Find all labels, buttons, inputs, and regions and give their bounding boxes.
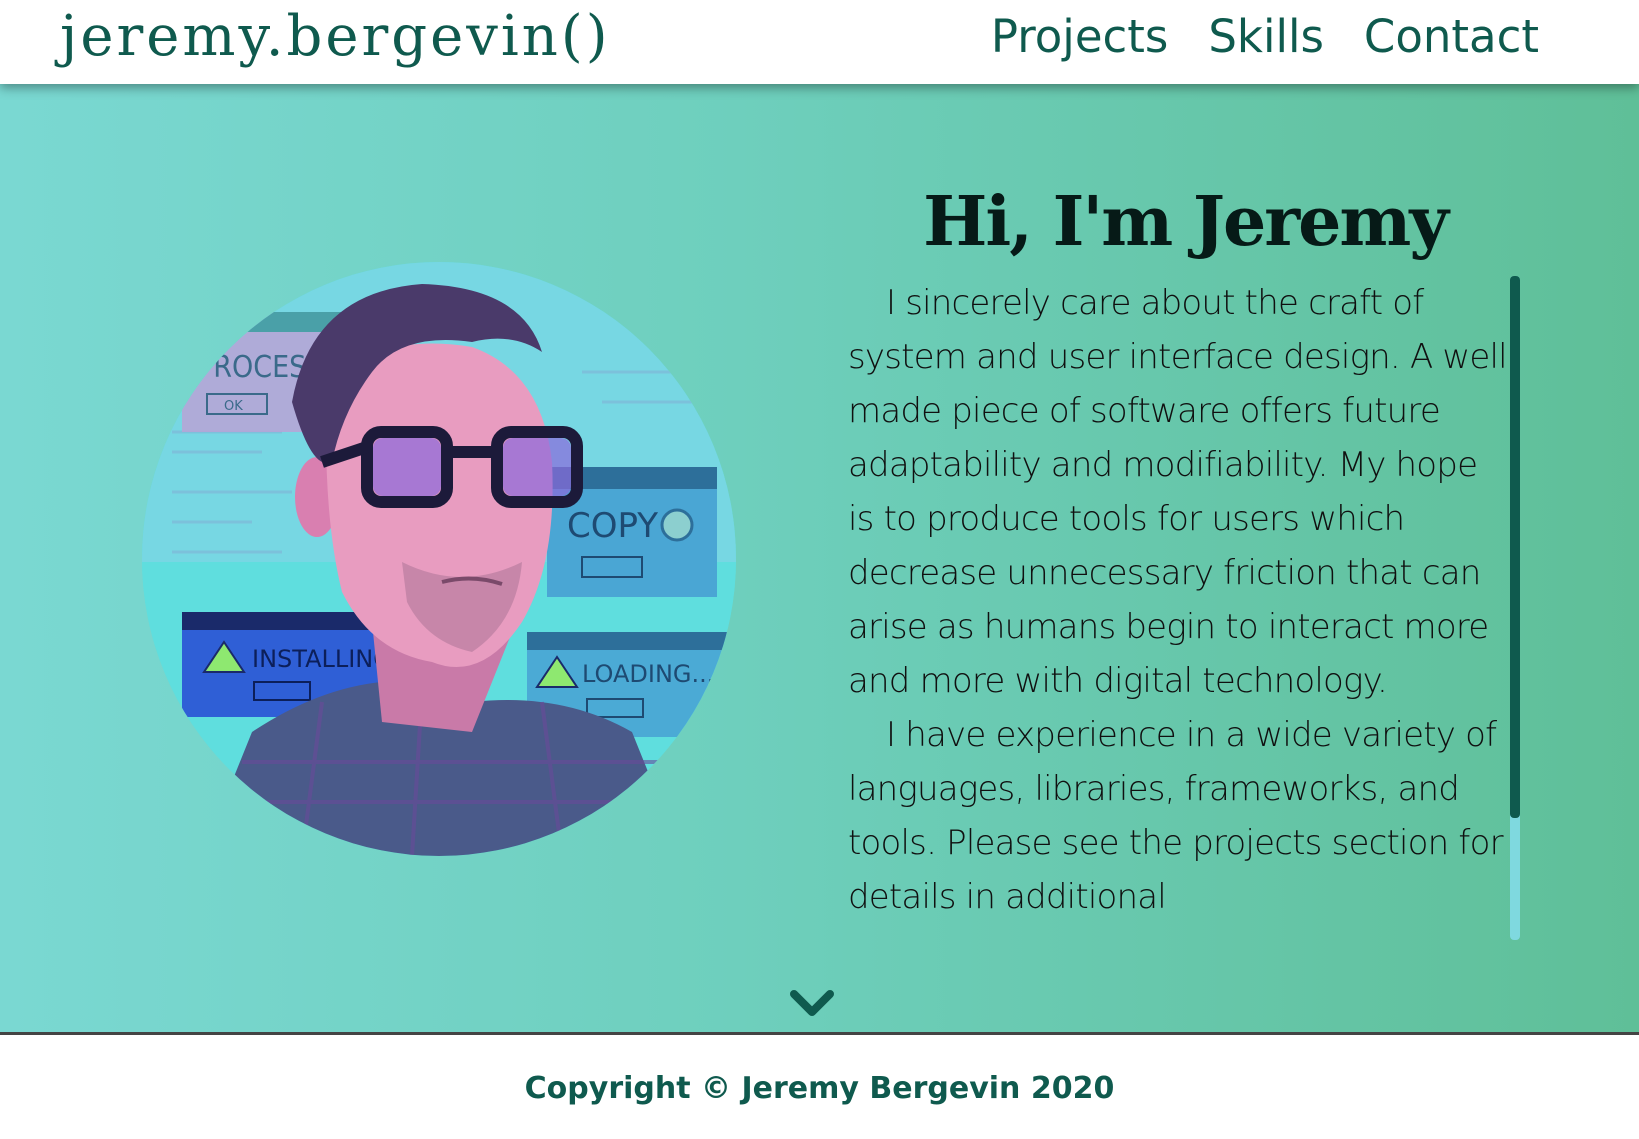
about-text-scrollbox[interactable]: I sincerely care about the craft of syst… [848,276,1508,1026]
svg-text:LOADING...: LOADING... [582,660,714,688]
svg-text:INSTALLING: INSTALLING [252,645,392,673]
site-logo[interactable]: jeremy.bergevin() [60,4,611,69]
hero-section: PROCESSING... OK COPY INSTALLING LOADING… [0,84,1639,1032]
portrait-illustration: PROCESSING... OK COPY INSTALLING LOADING… [142,262,736,856]
svg-text:COPY: COPY [567,506,658,546]
chevron-down-icon[interactable] [788,986,836,1022]
about-scrollbar-track[interactable] [1510,276,1520,940]
hero-greeting: Hi, I'm Jeremy [923,182,1449,262]
nav-link-skills[interactable]: Skills [1208,10,1324,63]
about-paragraph-1: I sincerely care about the craft of syst… [848,283,1508,701]
main-nav: Projects Skills Contact [991,10,1539,63]
nav-link-projects[interactable]: Projects [991,10,1168,63]
svg-text:OK: OK [224,399,243,414]
nav-link-contact[interactable]: Contact [1364,10,1539,63]
copyright-text: Copyright © Jeremy Bergevin 2020 [524,1071,1115,1106]
about-scrollbar-thumb[interactable] [1510,276,1520,818]
site-header: jeremy.bergevin() Projects Skills Contac… [0,0,1639,84]
about-paragraph-2: I have experience in a wide variety of l… [848,715,1504,917]
site-footer: Copyright © Jeremy Bergevin 2020 [0,1032,1639,1139]
